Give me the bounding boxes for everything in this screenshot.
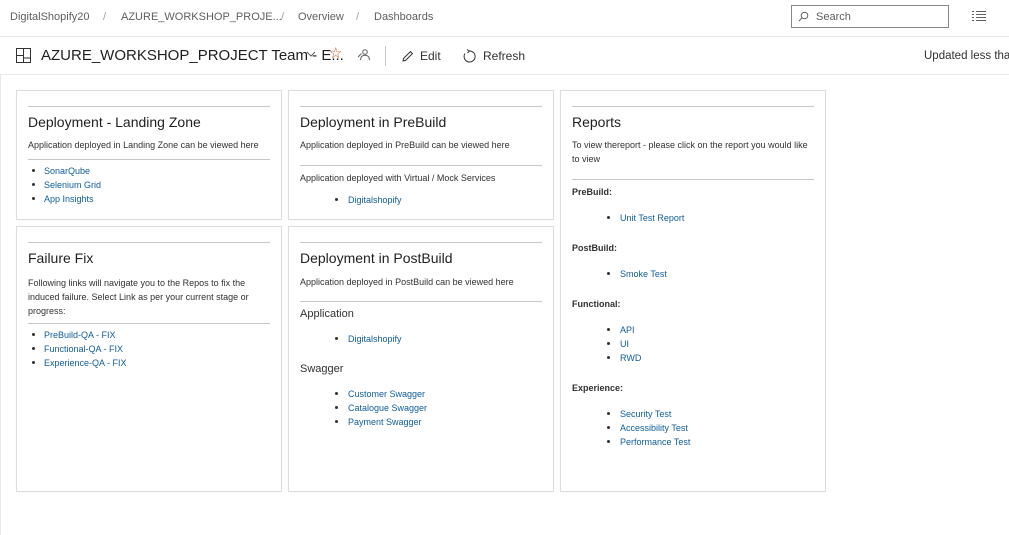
top-bar: DigitalShopify20 / AZURE_WORKSHOP_PROJE.… — [0, 0, 1009, 37]
refresh-button[interactable]: Refresh — [462, 46, 525, 66]
link-customer-swagger[interactable]: Customer Swagger — [301, 387, 427, 401]
section-label-experience: Experience: — [572, 383, 624, 393]
updated-status: Updated less than — [924, 50, 1009, 62]
widget-divider — [28, 159, 270, 160]
search-icon — [798, 11, 809, 22]
dashboard-title[interactable]: AZURE_WORKSHOP_PROJECT Team - E... — [41, 47, 344, 64]
application-heading: Application — [300, 308, 354, 320]
widget-description: Application deployed in PreBuild can be … — [300, 140, 510, 150]
widget-failure-fix[interactable]: Failure Fix Following links will navigat… — [16, 226, 282, 492]
link-list: Smoke Test — [573, 267, 667, 281]
widget-description: Following links will navigate you to the… — [28, 278, 249, 316]
team-members-icon[interactable] — [357, 49, 371, 61]
link-list: API UI RWD — [573, 323, 641, 365]
widget-divider — [28, 106, 270, 107]
widget-divider — [28, 323, 270, 324]
widget-divider — [572, 106, 814, 107]
link-list: Security Test Accessibility Test Perform… — [573, 407, 690, 449]
favorite-star-icon[interactable]: ☆ — [329, 46, 342, 61]
link-list: Unit Test Report — [573, 211, 684, 225]
breadcrumb-project[interactable]: AZURE_WORKSHOP_PROJE... — [121, 11, 282, 23]
link-smoke-test[interactable]: Smoke Test — [573, 267, 667, 281]
toolbar-divider — [385, 46, 386, 66]
link-functional-qa-fix[interactable]: Functional-QA - FIX — [29, 342, 127, 356]
widget-divider — [28, 242, 270, 243]
dashboard-header: AZURE_WORKSHOP_PROJECT Team - E... ☆ Edi… — [0, 37, 1009, 75]
widget-divider — [300, 242, 542, 243]
link-prebuild-qa-fix[interactable]: PreBuild-QA - FIX — [29, 328, 127, 342]
widget-title: Deployment in PreBuild — [300, 114, 447, 130]
link-app-insights[interactable]: App Insights — [29, 192, 101, 206]
link-list: Customer Swagger Catalogue Swagger Payme… — [301, 387, 427, 429]
breadcrumb-dashboards[interactable]: Dashboards — [374, 11, 433, 23]
search-input[interactable] — [816, 9, 941, 24]
link-digitalshopify[interactable]: Digitalshopify — [301, 193, 402, 207]
link-list: PreBuild-QA - FIX Functional-QA - FIX Ex… — [29, 328, 127, 370]
widget-title: Failure Fix — [28, 250, 94, 266]
section-label-functional: Functional: — [572, 299, 621, 309]
dashboard-icon — [16, 48, 31, 63]
link-list: Digitalshopify — [301, 332, 402, 346]
section-label-prebuild: PreBuild: — [572, 187, 613, 197]
widget-divider — [300, 165, 542, 166]
refresh-label: Refresh — [483, 49, 526, 63]
chevron-down-icon[interactable] — [306, 51, 316, 57]
link-unit-test-report[interactable]: Unit Test Report — [573, 211, 684, 225]
widget-title: Deployment - Landing Zone — [28, 114, 201, 130]
link-accessibility-test[interactable]: Accessibility Test — [573, 421, 690, 435]
link-security-test[interactable]: Security Test — [573, 407, 690, 421]
pencil-icon — [402, 50, 414, 62]
link-payment-swagger[interactable]: Payment Swagger — [301, 415, 427, 429]
widget-divider — [300, 301, 542, 302]
edit-label: Edit — [420, 49, 441, 63]
list-icon[interactable] — [972, 10, 986, 22]
link-selenium-grid[interactable]: Selenium Grid — [29, 178, 101, 192]
left-divider — [0, 74, 1, 535]
widget-description: To view thereport - please click on the … — [572, 140, 808, 164]
edit-button[interactable]: Edit — [401, 46, 441, 66]
link-ui[interactable]: UI — [573, 337, 641, 351]
widget-description: Application deployed in PostBuild can be… — [300, 277, 514, 287]
link-digitalshopify[interactable]: Digitalshopify — [301, 332, 402, 346]
widget-subtext: Application deployed with Virtual / Mock… — [300, 173, 496, 183]
link-list: Digitalshopify — [301, 193, 402, 207]
section-label-postbuild: PostBuild: — [572, 243, 617, 253]
link-catalogue-swagger[interactable]: Catalogue Swagger — [301, 401, 427, 415]
breadcrumb-separator: / — [281, 11, 285, 23]
swagger-heading: Swagger — [300, 363, 344, 375]
link-rwd[interactable]: RWD — [573, 351, 641, 365]
breadcrumb-separator: / — [103, 11, 107, 23]
widget-prebuild[interactable]: Deployment in PreBuild Application deplo… — [288, 90, 554, 220]
search-box[interactable] — [791, 5, 949, 28]
widget-description: Application deployed in Landing Zone can… — [28, 140, 259, 150]
widget-postbuild[interactable]: Deployment in PostBuild Application depl… — [288, 226, 554, 492]
widget-landing-zone[interactable]: Deployment - Landing Zone Application de… — [16, 90, 282, 220]
breadcrumb-separator: / — [356, 11, 360, 23]
widget-title: Reports — [572, 114, 622, 130]
breadcrumb-overview[interactable]: Overview — [298, 11, 344, 23]
link-list: SonarQube Selenium Grid App Insights — [29, 164, 101, 206]
link-api[interactable]: API — [573, 323, 641, 337]
widget-divider — [572, 179, 814, 180]
link-sonarqube[interactable]: SonarQube — [29, 164, 101, 178]
refresh-icon — [463, 48, 476, 62]
breadcrumb-org[interactable]: DigitalShopify20 — [10, 11, 90, 23]
widget-divider — [300, 106, 542, 107]
widget-title: Deployment in PostBuild — [300, 250, 453, 266]
link-performance-test[interactable]: Performance Test — [573, 435, 690, 449]
link-experience-qa-fix[interactable]: Experience-QA - FIX — [29, 356, 127, 370]
widget-reports[interactable]: Reports To view thereport - please click… — [560, 90, 826, 492]
